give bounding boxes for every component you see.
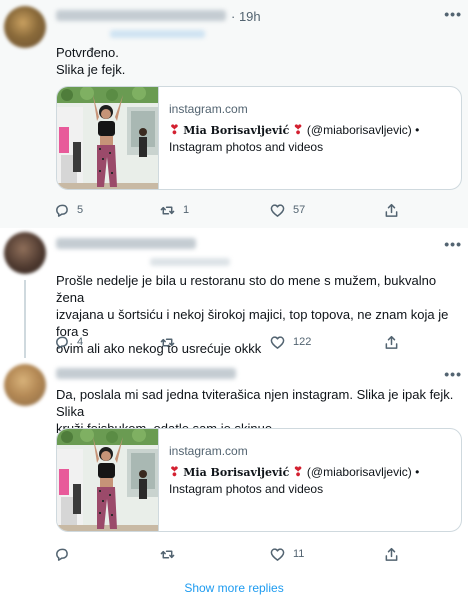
reply-icon: [56, 336, 68, 349]
avatar[interactable]: [4, 232, 46, 274]
tweet-actions: 11: [48, 544, 408, 564]
like-count: 122: [293, 336, 312, 348]
card-thumbnail: [57, 429, 159, 531]
blurred-author-name: [56, 238, 196, 249]
share-icon: [385, 335, 398, 349]
share-button[interactable]: [384, 332, 399, 352]
avatar[interactable]: [4, 364, 46, 406]
more-icon[interactable]: •••: [444, 6, 462, 22]
heart-emoji-icon: ❣: [292, 122, 304, 137]
tweet-text-line: Prošle nedelje je bila u restoranu sto d…: [56, 273, 437, 305]
retweet-button[interactable]: [160, 332, 183, 352]
tweet-1[interactable]: · 19h ••• Potvrđeno. Slika je fejk. inst…: [0, 0, 468, 228]
reply-button[interactable]: 4: [54, 332, 83, 352]
card-title-handle: (@miaborisavljevic) •: [306, 123, 420, 137]
retweet-count: 1: [183, 204, 190, 216]
card-title-name: Mia Borisavljević: [183, 124, 290, 137]
retweet-icon: [160, 549, 175, 559]
like-button[interactable]: 57: [270, 200, 305, 220]
tweet-actions: 5 1 57: [48, 200, 408, 220]
tweet-text-line: Potvrđeno.: [56, 45, 119, 60]
more-icon[interactable]: •••: [444, 366, 462, 382]
retweet-button[interactable]: [160, 544, 183, 564]
card-title: ❣ Mia Borisavljević ❣ (@miaborisavljevic…: [169, 463, 454, 481]
tweet-3[interactable]: ••• Da, poslala mi sad jedna tviterašica…: [0, 358, 468, 572]
thread-line: [24, 280, 26, 360]
share-button[interactable]: [384, 544, 399, 564]
card-title-handle: (@miaborisavljevic) •: [306, 465, 420, 479]
heart-emoji-icon: ❣: [169, 122, 180, 137]
avatar[interactable]: [4, 6, 46, 48]
more-icon[interactable]: •••: [444, 236, 462, 252]
share-icon: [385, 203, 398, 217]
blurred-reply-to: [110, 30, 205, 38]
card-description: Instagram photos and videos: [169, 482, 324, 496]
card-title: ❣ Mia Borisavljević ❣ (@miaborisavljevic…: [169, 121, 454, 139]
tweet-2[interactable]: ••• Prošle nedelje je bila u restoranu s…: [0, 228, 468, 360]
like-icon: [270, 335, 285, 349]
link-card[interactable]: instagram.com ❣ Mia Borisavljević ❣ (@mi…: [56, 86, 462, 190]
card-domain: instagram.com: [169, 102, 248, 116]
like-button[interactable]: 11: [270, 544, 304, 564]
share-button[interactable]: [384, 200, 399, 220]
heart-emoji-icon: ❣: [169, 464, 180, 479]
retweet-icon: [160, 337, 175, 347]
tweet-text-line: Slika je fejk.: [56, 62, 126, 77]
share-icon: [385, 547, 398, 561]
reply-icon: [56, 204, 68, 217]
blurred-author-name: [56, 368, 236, 379]
like-icon: [270, 203, 285, 217]
like-count: 11: [293, 548, 305, 560]
like-count: 57: [293, 204, 306, 216]
reply-button[interactable]: [54, 544, 77, 564]
reply-count: 5: [77, 204, 84, 216]
card-domain: instagram.com: [169, 444, 248, 458]
retweet-button[interactable]: 1: [160, 200, 189, 220]
card-title-name: Mia Borisavljević: [183, 466, 290, 479]
tweet-text: Potvrđeno. Slika je fejk.: [56, 44, 464, 78]
heart-emoji-icon: ❣: [292, 464, 304, 479]
blurred-reply-to: [150, 258, 230, 266]
reply-button[interactable]: 5: [54, 200, 83, 220]
like-button[interactable]: 122: [270, 332, 311, 352]
tweet-time[interactable]: · 19h: [231, 9, 261, 24]
reply-icon: [56, 548, 68, 561]
blurred-author-name: [56, 10, 226, 21]
tweet-text-line: Da, poslala mi sad jedna tviterašica nje…: [56, 387, 454, 419]
show-more-replies-link[interactable]: Show more replies: [0, 572, 468, 604]
like-icon: [270, 547, 285, 561]
tweet-actions: 4 122: [48, 332, 408, 352]
reply-count: 4: [77, 336, 84, 348]
card-description: Instagram photos and videos: [169, 140, 324, 154]
card-thumbnail: [57, 87, 159, 189]
retweet-icon: [160, 205, 175, 215]
link-card[interactable]: instagram.com ❣ Mia Borisavljević ❣ (@mi…: [56, 428, 462, 532]
